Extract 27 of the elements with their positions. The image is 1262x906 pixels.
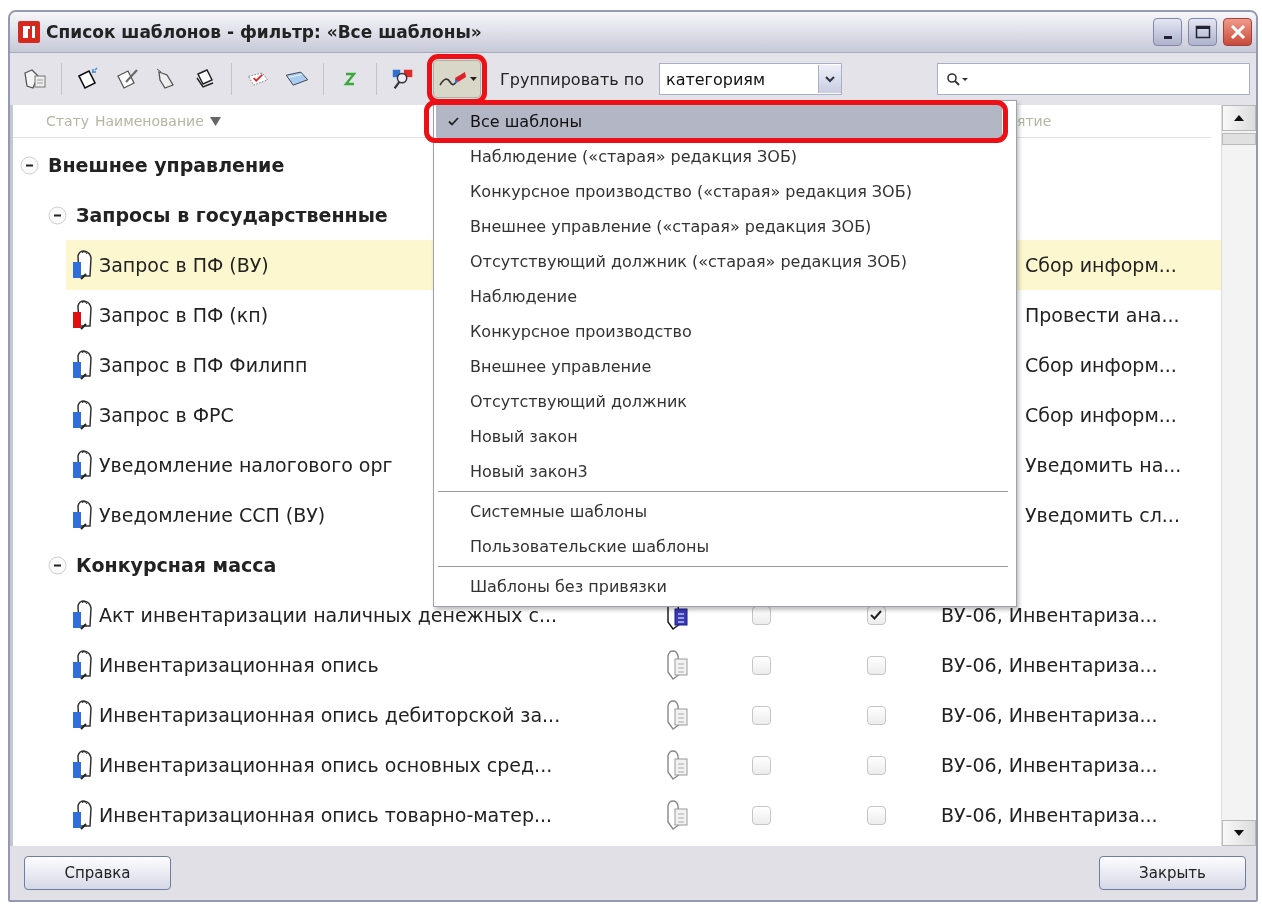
task-text: Сбор информ...: [1024, 404, 1178, 426]
task-text: Сбор информ...: [1024, 254, 1178, 276]
window-title: Список шаблонов - фильтр: «Все шаблоны»: [46, 22, 483, 42]
task-text: ВУ-06, Инвентариза...: [940, 704, 1159, 726]
template-name: Запрос в ФРС: [99, 404, 234, 426]
template-name: Инвентаризационная опись товарно-матер...: [99, 804, 553, 826]
group-label: Внешнее управление: [48, 154, 285, 176]
task-text: Провести ана...: [1024, 304, 1181, 326]
template-name: Инвентаризационная опись: [99, 654, 379, 676]
template-name: Инвентаризационная опись основных сред...: [99, 754, 553, 776]
task-text: ВУ-06, Инвентариза...: [940, 604, 1159, 626]
template-name: Инвентаризационная опись дебиторской за...: [99, 704, 561, 726]
template-name: Уведомление налогового орг: [99, 454, 393, 476]
template-name: Запрос в ПФ (ВУ): [99, 254, 269, 276]
group-label: Запросы в государственные: [76, 204, 388, 226]
task-text: ВУ-06, Инвентариза...: [940, 654, 1159, 676]
template-name: Уведомление ССП (ВУ): [99, 504, 326, 526]
task-text: ВУ-06, Инвентариза...: [940, 804, 1159, 826]
task-text: Уведомить сл...: [1024, 504, 1181, 526]
template-name: Запрос в ПФ Филипп: [99, 354, 308, 376]
task-text: Уведомить на...: [1024, 454, 1183, 476]
template-name: Акт инвентаризации наличных денежных с...: [99, 604, 557, 626]
task-text: Сбор информ...: [1024, 354, 1178, 376]
template-name: Запрос в ПФ (кп): [99, 304, 269, 326]
task-text: ВУ-06, Инвентариза...: [940, 754, 1159, 776]
group-label: Конкурсная масса: [76, 554, 277, 576]
group-by-label: Группировать по: [500, 69, 644, 89]
